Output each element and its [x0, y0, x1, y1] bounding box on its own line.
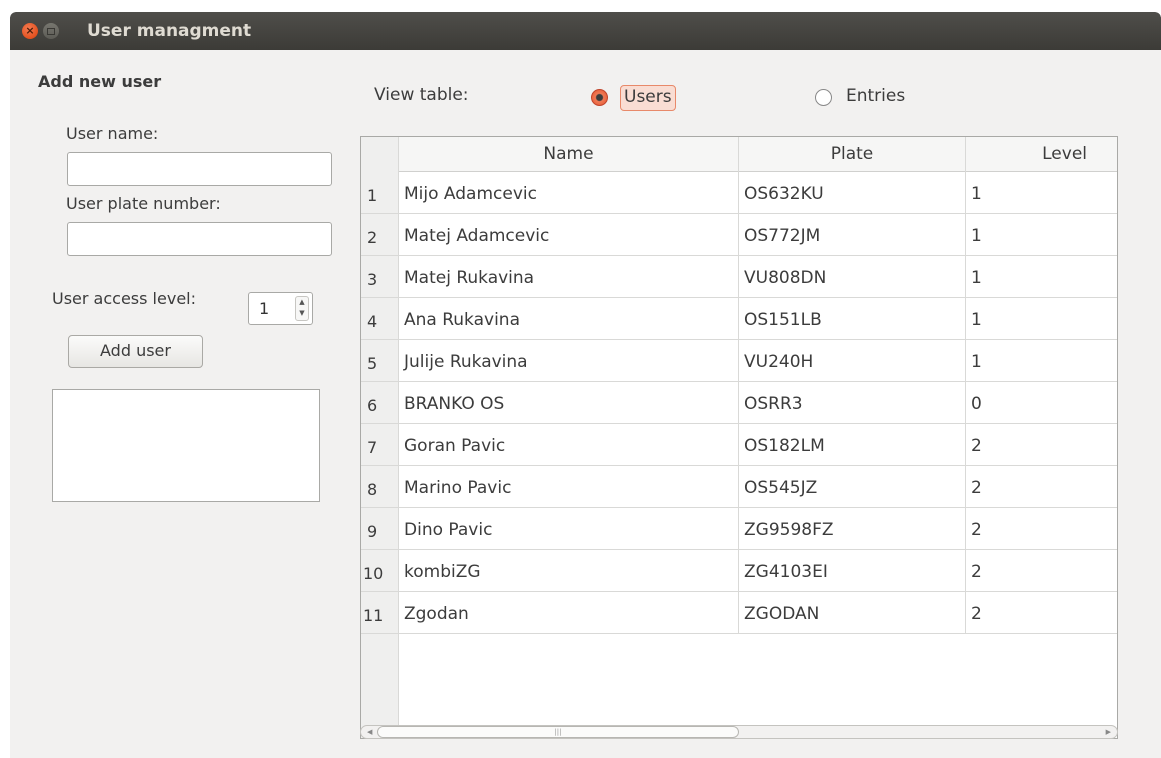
cell-level[interactable]: 0 — [966, 382, 1117, 423]
scroll-right-icon[interactable]: ▶ — [1106, 726, 1111, 738]
corner-button[interactable] — [361, 137, 399, 172]
cell-plate[interactable]: OSRR3 — [739, 382, 966, 423]
cell-name[interactable]: BRANKO OS — [399, 382, 739, 423]
radio-entries[interactable] — [815, 89, 832, 106]
cell-level[interactable]: 2 — [966, 550, 1117, 591]
column-header-name[interactable]: Name — [399, 137, 739, 172]
row-number[interactable]: 8 — [361, 466, 399, 507]
user-plate-input[interactable] — [67, 222, 332, 256]
cell-plate[interactable]: ZG4103EI — [739, 550, 966, 591]
spin-buttons: ▲ ▼ — [295, 296, 309, 321]
radio-entries-label[interactable]: Entries — [846, 86, 905, 106]
user-name-input[interactable] — [67, 152, 332, 186]
window-title: User managment — [87, 21, 252, 41]
view-table-label: View table: — [374, 85, 469, 105]
row-number[interactable]: 2 — [361, 214, 399, 255]
user-plate-label: User plate number: — [66, 194, 221, 213]
cell-name[interactable]: Mijo Adamcevic — [399, 172, 739, 213]
column-header-plate[interactable]: Plate — [739, 137, 966, 172]
table-row[interactable]: 9 Dino Pavic ZG9598FZ 2 — [361, 508, 1117, 550]
cell-plate[interactable]: OS151LB — [739, 298, 966, 339]
log-textarea[interactable] — [52, 389, 320, 502]
cell-level[interactable]: 1 — [966, 214, 1117, 255]
cell-name[interactable]: kombiZG — [399, 550, 739, 591]
cell-name[interactable]: Ana Rukavina — [399, 298, 739, 339]
table-row[interactable]: 2 Matej Adamcevic OS772JM 1 — [361, 214, 1117, 256]
cell-name[interactable]: Julije Rukavina — [399, 340, 739, 381]
user-management-window: × User managment Add new user User name:… — [10, 12, 1161, 758]
cell-plate[interactable]: OS772JM — [739, 214, 966, 255]
scrollbar-thumb[interactable]: ||| — [377, 726, 739, 738]
cell-level[interactable]: 2 — [966, 466, 1117, 507]
cell-plate[interactable]: OS182LM — [739, 424, 966, 465]
cell-level[interactable]: 2 — [966, 592, 1117, 633]
cell-level[interactable]: 2 — [966, 508, 1117, 549]
table-row[interactable]: 1 Mijo Adamcevic OS632KU 1 — [361, 172, 1117, 214]
cell-plate[interactable]: ZG9598FZ — [739, 508, 966, 549]
cell-plate[interactable]: OS545JZ — [739, 466, 966, 507]
horizontal-scrollbar[interactable]: ◀ ||| ▶ — [360, 725, 1118, 739]
spin-up-icon[interactable]: ▲ — [296, 297, 308, 308]
table-header: Name Plate Level — [361, 137, 1117, 172]
row-number[interactable]: 7 — [361, 424, 399, 465]
row-number[interactable]: 3 — [361, 256, 399, 297]
cell-name[interactable]: Matej Adamcevic — [399, 214, 739, 255]
cell-level[interactable]: 1 — [966, 256, 1117, 297]
radio-users-label[interactable]: Users — [620, 85, 676, 111]
table-row[interactable]: 7 Goran Pavic OS182LM 2 — [361, 424, 1117, 466]
cell-name[interactable]: Zgodan — [399, 592, 739, 633]
row-number[interactable]: 5 — [361, 340, 399, 381]
access-level-spinbox[interactable]: 1 ▲ ▼ — [248, 292, 313, 325]
cell-plate[interactable]: VU240H — [739, 340, 966, 381]
cell-name[interactable]: Marino Pavic — [399, 466, 739, 507]
row-number[interactable]: 6 — [361, 382, 399, 423]
scroll-left-icon[interactable]: ◀ — [367, 726, 372, 738]
row-number[interactable]: 4 — [361, 298, 399, 339]
table-row[interactable]: 4 Ana Rukavina OS151LB 1 — [361, 298, 1117, 340]
table-row[interactable]: 3 Matej Rukavina VU808DN 1 — [361, 256, 1117, 298]
spin-down-icon[interactable]: ▼ — [296, 308, 308, 319]
users-table: Name Plate Level 1 Mijo Adamcevic OS632KU 1… — [360, 136, 1118, 739]
cell-plate[interactable]: ZGODAN — [739, 592, 966, 633]
row-number[interactable]: 9 — [361, 508, 399, 549]
cell-level[interactable]: 1 — [966, 340, 1117, 381]
title-bar: × User managment — [10, 12, 1161, 50]
cell-name[interactable]: Dino Pavic — [399, 508, 739, 549]
row-number[interactable]: 1 — [361, 172, 399, 213]
cell-name[interactable]: Matej Rukavina — [399, 256, 739, 297]
cell-plate[interactable]: OS632KU — [739, 172, 966, 213]
table-row[interactable]: 8 Marino Pavic OS545JZ 2 — [361, 466, 1117, 508]
column-header-level[interactable]: Level — [966, 137, 1117, 172]
row-number[interactable]: 11 — [361, 592, 399, 633]
cell-level[interactable]: 2 — [966, 424, 1117, 465]
cell-level[interactable]: 1 — [966, 298, 1117, 339]
radio-users[interactable] — [591, 89, 608, 106]
row-number[interactable]: 10 — [361, 550, 399, 591]
table-row[interactable]: 6 BRANKO OS OSRR3 0 — [361, 382, 1117, 424]
access-level-label: User access level: — [52, 289, 196, 308]
access-level-value: 1 — [259, 299, 270, 318]
table-row[interactable]: 11 Zgodan ZGODAN 2 — [361, 592, 1117, 634]
maximize-icon[interactable] — [43, 23, 59, 39]
close-icon[interactable]: × — [22, 23, 38, 39]
cell-level[interactable]: 1 — [966, 172, 1117, 213]
user-name-label: User name: — [66, 124, 159, 143]
table-row[interactable]: 5 Julije Rukavina VU240H 1 — [361, 340, 1117, 382]
cell-name[interactable]: Goran Pavic — [399, 424, 739, 465]
table-row[interactable]: 10 kombiZG ZG4103EI 2 — [361, 550, 1117, 592]
cell-plate[interactable]: VU808DN — [739, 256, 966, 297]
add-user-button[interactable]: Add user — [68, 335, 203, 368]
add-user-section-title: Add new user — [38, 72, 162, 91]
